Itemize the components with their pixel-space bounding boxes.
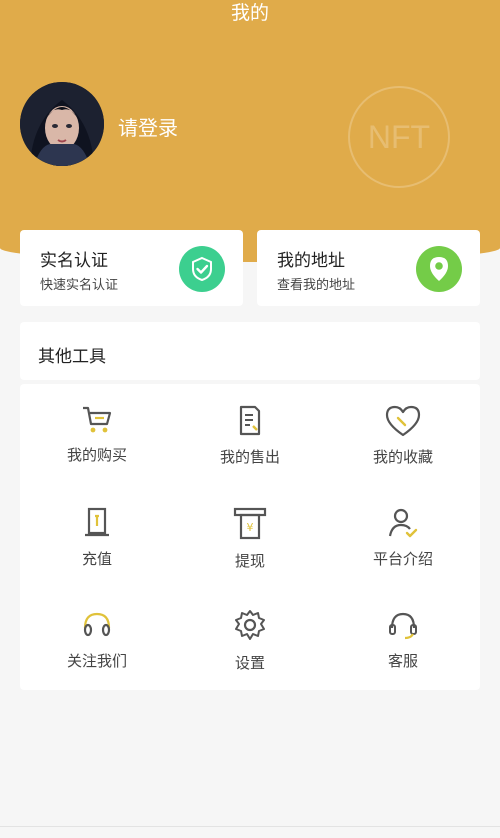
- location-pin-icon: [416, 246, 462, 292]
- card-subtitle: 快速实名认证: [40, 278, 119, 293]
- svg-text:¥: ¥: [247, 521, 254, 534]
- withdraw-button[interactable]: ¥ 提现: [175, 486, 325, 586]
- my-purchases-button[interactable]: 我的购买: [22, 384, 172, 484]
- customer-service-button[interactable]: 客服: [328, 588, 478, 688]
- verified-shield-icon: [179, 246, 225, 292]
- wallet-icon: [85, 507, 109, 537]
- section-title: 其他工具: [38, 347, 106, 367]
- other-tools-section-header: 其他工具: [20, 322, 480, 380]
- real-name-verification-card[interactable]: 实名认证 快速实名认证: [20, 230, 243, 306]
- tools-grid: 我的购买 我的售出 我的收藏 充值 ¥ 提现 平台介绍 关注我们 设置 客服: [20, 384, 480, 690]
- card-title: 实名认证: [40, 251, 108, 271]
- nft-watermark: NFT: [348, 86, 450, 188]
- tool-label: 关注我们: [66, 652, 127, 670]
- page-title: 我的: [230, 2, 269, 24]
- headset-icon: [83, 612, 111, 637]
- tool-label: 我的收藏: [372, 448, 433, 466]
- gear-icon: [235, 610, 265, 640]
- login-link[interactable]: 请登录: [118, 112, 178, 141]
- tool-label: 我的购买: [66, 446, 127, 464]
- user-icon: [388, 508, 418, 538]
- heart-icon: [385, 405, 421, 437]
- my-favorites-button[interactable]: 我的收藏: [328, 384, 478, 484]
- follow-us-button[interactable]: 关注我们: [22, 588, 172, 688]
- tool-label: 设置: [234, 654, 265, 672]
- card-subtitle: 查看我的地址: [277, 278, 356, 293]
- bottom-divider: [0, 826, 500, 827]
- tool-label: 提现: [234, 552, 265, 570]
- tool-label: 充值: [81, 550, 112, 568]
- card-title: 我的地址: [277, 251, 345, 271]
- support-icon: [389, 612, 417, 640]
- settings-button[interactable]: 设置: [175, 588, 325, 688]
- recharge-button[interactable]: 充值: [22, 486, 172, 586]
- tool-label: 我的售出: [219, 448, 280, 466]
- tool-label: 客服: [387, 652, 418, 670]
- avatar[interactable]: [20, 82, 104, 166]
- my-sales-button[interactable]: 我的售出: [175, 384, 325, 484]
- tool-label: 平台介绍: [372, 550, 433, 568]
- atm-icon: ¥: [233, 507, 267, 540]
- my-address-card[interactable]: 我的地址 查看我的地址: [257, 230, 480, 306]
- platform-intro-button[interactable]: 平台介绍: [328, 486, 478, 586]
- document-icon: [239, 405, 261, 436]
- cart-icon: [83, 406, 112, 433]
